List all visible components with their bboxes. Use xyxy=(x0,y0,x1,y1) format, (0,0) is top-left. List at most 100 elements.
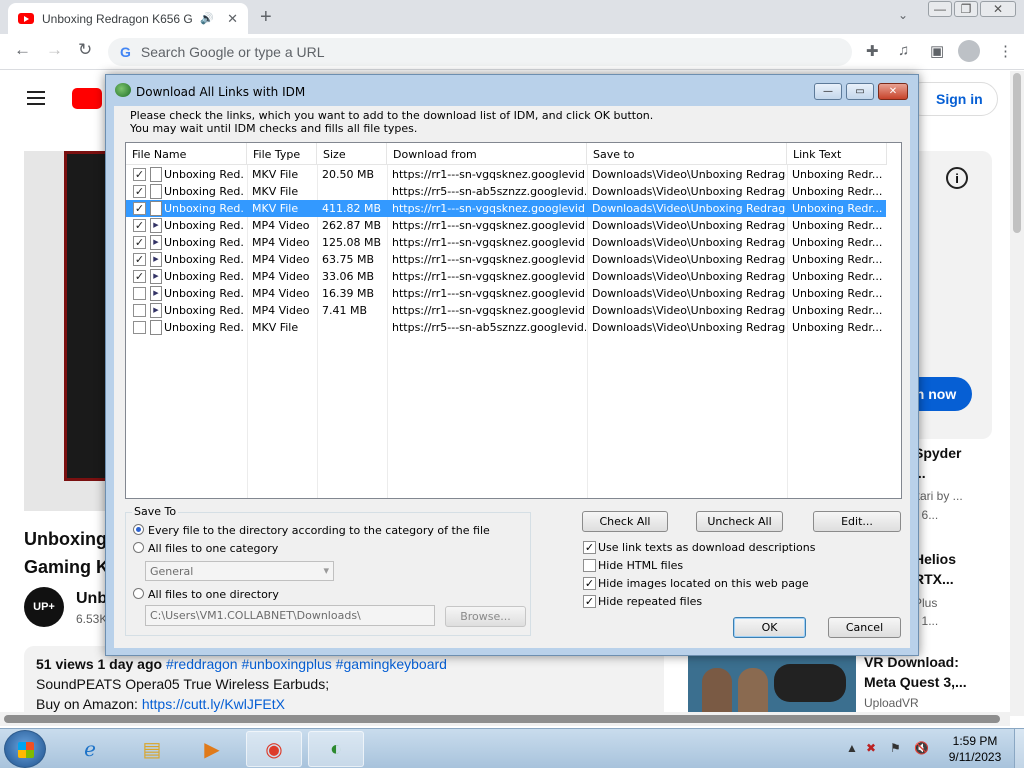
speaker-icon[interactable]: 🔊 xyxy=(200,12,214,25)
hide-html-label[interactable]: Hide HTML files xyxy=(598,559,683,572)
edit-button[interactable]: Edit... xyxy=(813,511,901,532)
media-control-icon[interactable]: ♫ xyxy=(898,42,909,59)
table-row[interactable]: ▶ Unboxing Red... MP4 Video 7.41 MB https://… xyxy=(126,302,886,319)
radio-one-directory[interactable] xyxy=(133,588,144,599)
side-video-title[interactable]: Helios xyxy=(914,549,956,569)
close-window-button[interactable]: ✕ xyxy=(980,1,1016,17)
table-row[interactable]: ✓ Unboxing Red... MKV File 20.50 MB https://… xyxy=(126,166,886,183)
radio-one-directory-label[interactable]: All files to one directory xyxy=(148,588,279,601)
chevron-down-icon[interactable]: ⌄ xyxy=(898,8,908,22)
radio-every-file[interactable] xyxy=(133,524,144,535)
chrome-menu-icon[interactable]: ⋮ xyxy=(998,42,1013,60)
table-row[interactable]: ▶ Unboxing Red... MP4 Video 16.39 MB https:/… xyxy=(126,285,886,302)
channel-name[interactable]: Unb xyxy=(76,590,107,608)
recommended-video-thumbnail[interactable] xyxy=(688,654,856,716)
idm-taskbar-icon[interactable]: ◐ xyxy=(308,731,364,767)
volume-muted-icon[interactable]: 🔇 xyxy=(914,741,929,755)
media-player-icon[interactable]: ▶ xyxy=(184,731,240,767)
channel-avatar[interactable]: UP+ xyxy=(24,587,64,627)
use-link-texts-checkbox[interactable]: ✓ xyxy=(583,541,596,554)
omnibox[interactable]: G Search Google or type a URL xyxy=(108,38,852,66)
dialog-close-button[interactable]: ✕ xyxy=(878,83,908,100)
dialog-minimize-button[interactable]: — xyxy=(814,83,842,100)
reload-icon[interactable]: ↻ xyxy=(78,40,92,60)
ok-button[interactable]: OK xyxy=(733,617,806,638)
category-select[interactable]: General xyxy=(145,561,334,581)
table-row[interactable]: ✓ ▶ Unboxing Red... MP4 Video 125.08 MB https… xyxy=(126,234,886,251)
hide-images-checkbox[interactable]: ✓ xyxy=(583,577,596,590)
table-row[interactable]: Unboxing Red... MKV File https://rr5---sn-… xyxy=(126,319,886,336)
row-checkbox[interactable]: ✓ xyxy=(133,168,146,181)
extensions-puzzle-icon[interactable]: ✚ xyxy=(866,42,879,60)
scrollbar-thumb[interactable] xyxy=(1013,73,1021,233)
hide-images-label[interactable]: Hide images located on this web page xyxy=(598,577,809,590)
table-row[interactable]: ✓ ▶ Unboxing Red... MP4 Video 262.87 MB https… xyxy=(126,217,886,234)
horizontal-scrollbar[interactable] xyxy=(0,712,1010,726)
restore-window-button[interactable]: ❐ xyxy=(954,1,978,17)
column-header-file-type[interactable]: File Type xyxy=(247,143,317,165)
hide-repeated-label[interactable]: Hide repeated files xyxy=(598,595,702,608)
chrome-taskbar-icon[interactable]: ◉ xyxy=(246,731,302,767)
show-desktop-button[interactable] xyxy=(1014,729,1024,768)
row-checkbox[interactable]: ✓ xyxy=(133,236,146,249)
column-header-file-name[interactable]: File Name xyxy=(126,143,247,165)
recommended-video-title[interactable]: VR Download: Meta Quest 3,... xyxy=(864,652,967,692)
row-checkbox[interactable]: ✓ xyxy=(133,253,146,266)
dialog-title-bar[interactable]: Download All Links with IDM — ▭ ✕ xyxy=(106,75,918,107)
browse-button[interactable]: Browse... xyxy=(445,606,526,627)
browser-tab[interactable]: Unboxing Redragon K656 Ga 🔊 ✕ xyxy=(8,3,248,34)
radio-one-category[interactable] xyxy=(133,542,144,553)
scrollbar-thumb[interactable] xyxy=(4,715,1000,723)
row-checkbox[interactable] xyxy=(133,321,146,334)
cell-link: Unboxing Redr... xyxy=(792,304,883,317)
uncheck-all-button[interactable]: Uncheck All xyxy=(696,511,783,532)
file-explorer-icon[interactable]: ▤ xyxy=(124,731,180,767)
profile-avatar-icon[interactable] xyxy=(958,40,980,62)
vertical-scrollbar[interactable] xyxy=(1010,71,1024,716)
info-icon[interactable]: i xyxy=(946,167,968,189)
directory-field[interactable]: C:\Users\VM1.COLLABNET\Downloads\ xyxy=(145,605,435,626)
network-icon[interactable]: ✖ xyxy=(866,741,876,755)
column-header-save-to[interactable]: Save to xyxy=(587,143,787,165)
taskbar-clock[interactable]: 1:59 PM 9/11/2023 xyxy=(940,733,1010,765)
table-row[interactable]: ✓ ▶ Unboxing Red... MP4 Video 33.06 MB https:… xyxy=(126,268,886,285)
internet-explorer-icon[interactable]: ℯ xyxy=(62,731,118,767)
start-button[interactable] xyxy=(4,730,46,768)
use-link-texts-label[interactable]: Use link texts as download descriptions xyxy=(598,541,815,554)
action-center-icon[interactable]: ⚑ xyxy=(890,741,901,755)
row-checkbox[interactable] xyxy=(133,287,146,300)
row-checkbox[interactable]: ✓ xyxy=(133,270,146,283)
description-link[interactable]: https://cutt.ly/KwlJFEtX xyxy=(142,696,285,712)
tray-expand-icon[interactable]: ▲ xyxy=(846,741,858,755)
dialog-maximize-button[interactable]: ▭ xyxy=(846,83,874,100)
row-checkbox[interactable]: ✓ xyxy=(133,202,146,215)
row-checkbox[interactable]: ✓ xyxy=(133,219,146,232)
table-row[interactable]: ✓ Unboxing Red... MKV File 411.82 MB https:/… xyxy=(126,200,886,217)
hide-repeated-checkbox[interactable]: ✓ xyxy=(583,595,596,608)
side-panel-icon[interactable]: ▣ xyxy=(930,42,944,60)
cancel-button[interactable]: Cancel xyxy=(828,617,901,638)
description-box[interactable]: 51 views 1 day ago #reddragon #unboxingp… xyxy=(24,646,664,716)
tab-close-icon[interactable]: ✕ xyxy=(227,11,238,27)
table-row[interactable]: ✓ Unboxing Red... MKV File https://rr5---sn… xyxy=(126,183,886,200)
back-arrow-icon[interactable]: ← xyxy=(14,40,31,60)
radio-every-file-label[interactable]: Every file to the directory according to… xyxy=(148,524,490,537)
column-header-link-text[interactable]: Link Text xyxy=(787,143,887,165)
column-header-download-from[interactable]: Download from xyxy=(387,143,587,165)
column-header-size[interactable]: Size xyxy=(317,143,387,165)
row-checkbox[interactable]: ✓ xyxy=(133,185,146,198)
links-list[interactable]: File Name File Type Size Download from S… xyxy=(125,142,902,499)
radio-one-category-label[interactable]: All files to one category xyxy=(148,542,278,555)
table-row[interactable]: ✓ ▶ Unboxing Red... MP4 Video 63.75 MB https:… xyxy=(126,251,886,268)
new-tab-icon[interactable]: + xyxy=(260,6,272,29)
row-checkbox[interactable] xyxy=(133,304,146,317)
forward-arrow-icon[interactable]: → xyxy=(46,40,63,60)
hide-html-checkbox[interactable] xyxy=(583,559,596,572)
side-video-title[interactable]: RTX... xyxy=(914,569,954,589)
side-video-title[interactable]: Spyder xyxy=(914,443,961,463)
minimize-window-button[interactable]: — xyxy=(928,1,952,17)
hashtags[interactable]: #reddragon #unboxingplus #gamingkeyboard xyxy=(166,656,447,672)
menu-icon[interactable] xyxy=(27,91,45,105)
youtube-logo-icon[interactable] xyxy=(72,88,102,109)
check-all-button[interactable]: Check All xyxy=(582,511,668,532)
